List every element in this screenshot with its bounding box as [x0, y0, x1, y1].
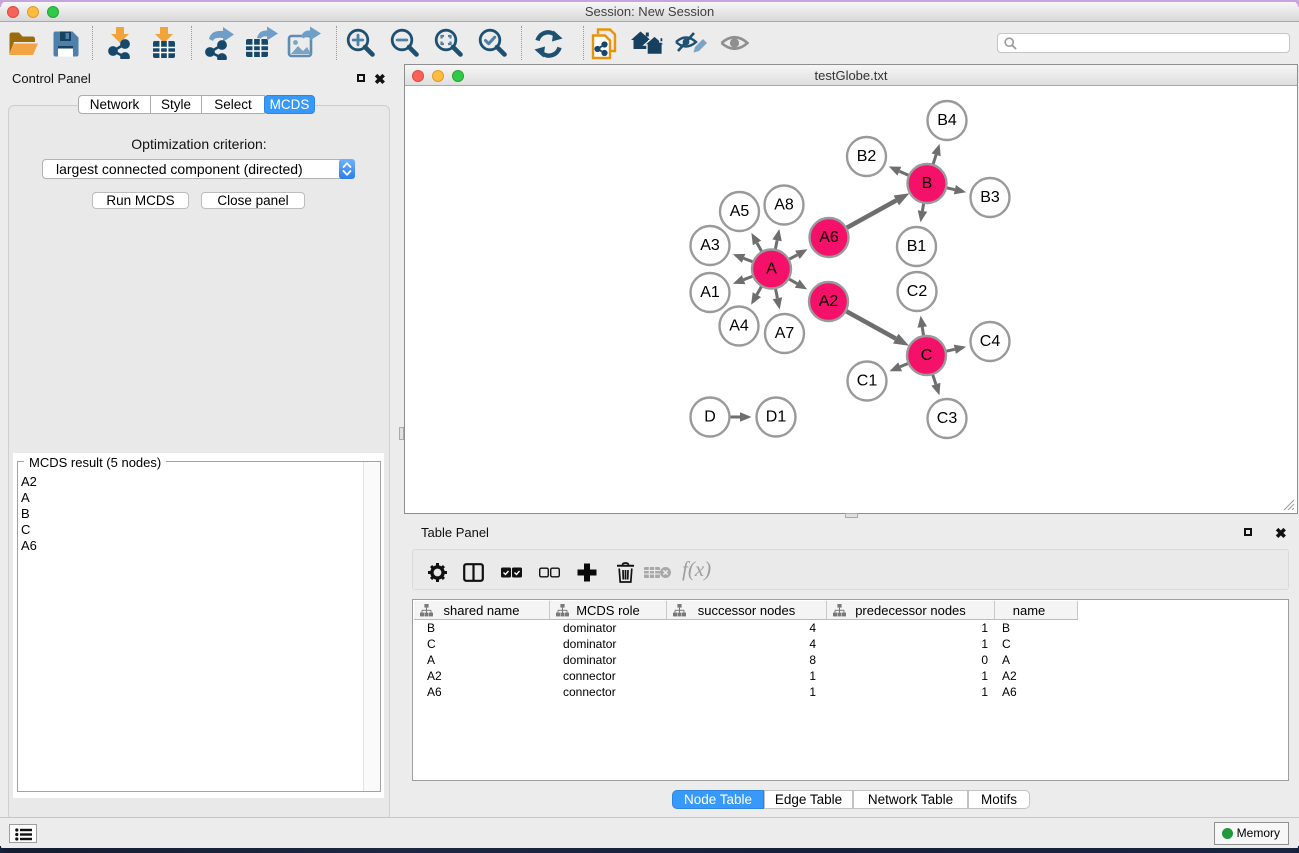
svg-text:A5: A5	[730, 203, 750, 220]
svg-text:C2: C2	[907, 283, 928, 300]
svg-text:A6: A6	[819, 229, 839, 246]
svg-text:B2: B2	[857, 148, 877, 165]
svg-text:C3: C3	[937, 410, 958, 427]
svg-text:C1: C1	[857, 373, 878, 390]
svg-text:A8: A8	[774, 197, 794, 214]
svg-text:B1: B1	[907, 238, 927, 255]
svg-text:A7: A7	[775, 325, 795, 342]
svg-text:B: B	[922, 175, 933, 192]
svg-text:A1: A1	[700, 284, 720, 301]
svg-text:A2: A2	[819, 293, 839, 310]
svg-text:D: D	[704, 409, 716, 426]
svg-text:A: A	[766, 261, 777, 278]
svg-text:B3: B3	[980, 189, 1000, 206]
svg-text:B4: B4	[937, 112, 957, 129]
svg-text:A3: A3	[700, 237, 720, 254]
svg-text:C4: C4	[980, 333, 1001, 350]
svg-text:D1: D1	[766, 409, 787, 426]
svg-text:C: C	[921, 347, 933, 364]
svg-text:A4: A4	[729, 318, 749, 335]
